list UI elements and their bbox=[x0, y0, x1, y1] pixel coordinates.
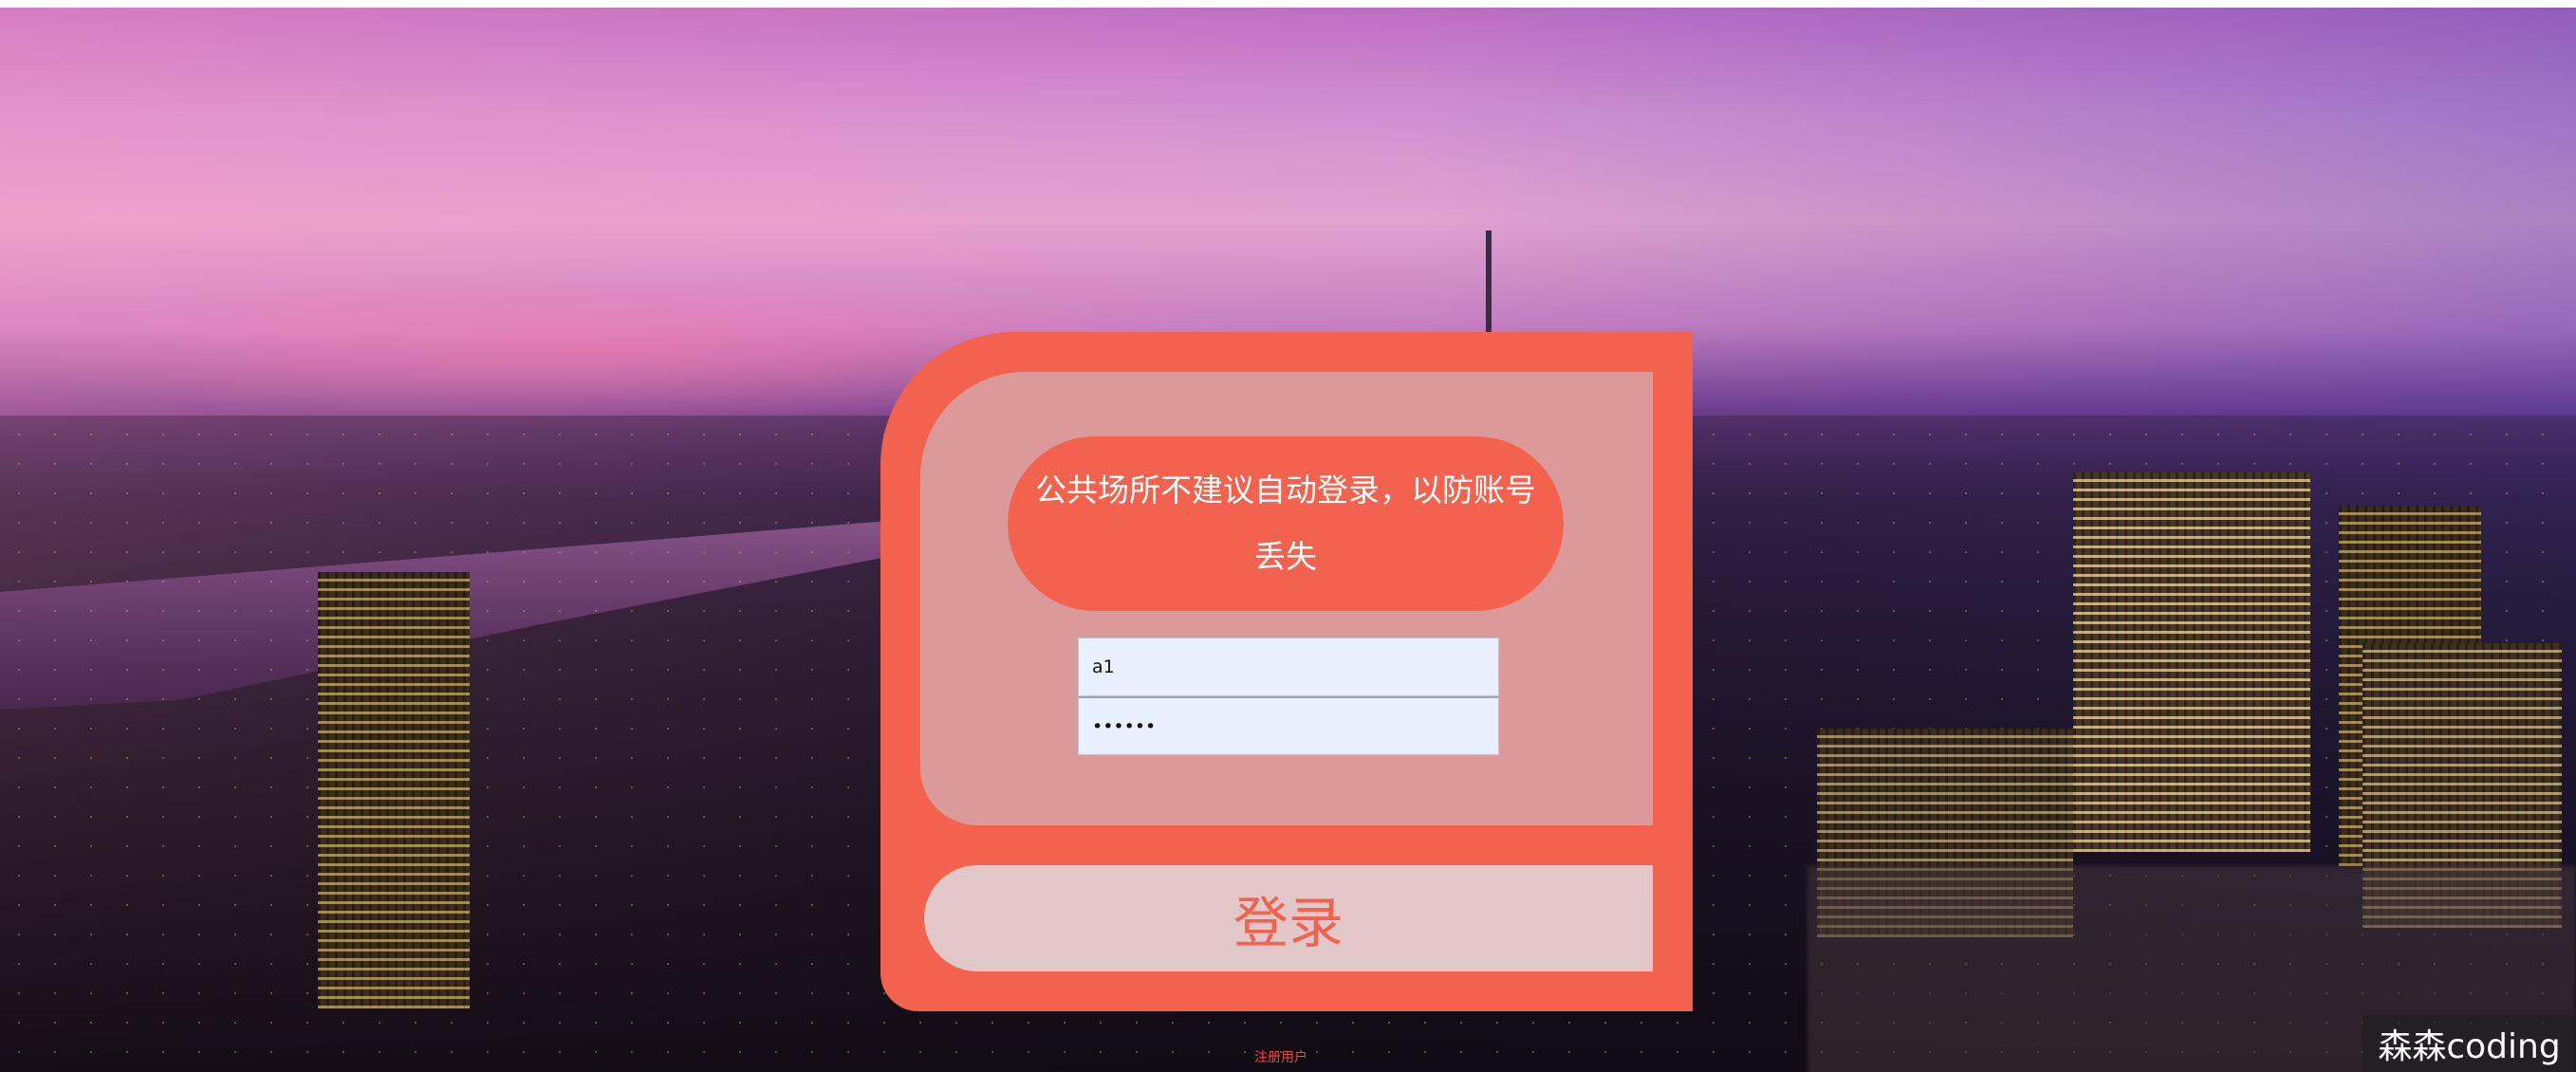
login-button[interactable]: 登录 bbox=[924, 865, 1653, 971]
background-building bbox=[2073, 472, 2310, 852]
watermark: 森森coding bbox=[2363, 1015, 2576, 1072]
register-link[interactable]: 注册用户 bbox=[1254, 1047, 1307, 1066]
login-card: 公共场所不建议自动登录，以防账号丢失 登录 bbox=[880, 332, 1693, 1011]
page-viewport: 公共场所不建议自动登录，以防账号丢失 登录 注册用户 森森coding bbox=[0, 0, 2576, 1072]
password-input[interactable] bbox=[1078, 696, 1499, 755]
auto-login-notice: 公共场所不建议自动登录，以防账号丢失 bbox=[1008, 436, 1564, 611]
background-building bbox=[318, 572, 470, 1008]
username-input[interactable] bbox=[1078, 638, 1499, 696]
login-form bbox=[1078, 638, 1499, 755]
login-button-label: 登录 bbox=[1232, 891, 1344, 955]
notice-text: 公共场所不建议自动登录，以防账号丢失 bbox=[1035, 471, 1536, 575]
background-spire bbox=[1486, 231, 1492, 344]
watermark-text: 森森coding bbox=[2378, 1027, 2561, 1066]
